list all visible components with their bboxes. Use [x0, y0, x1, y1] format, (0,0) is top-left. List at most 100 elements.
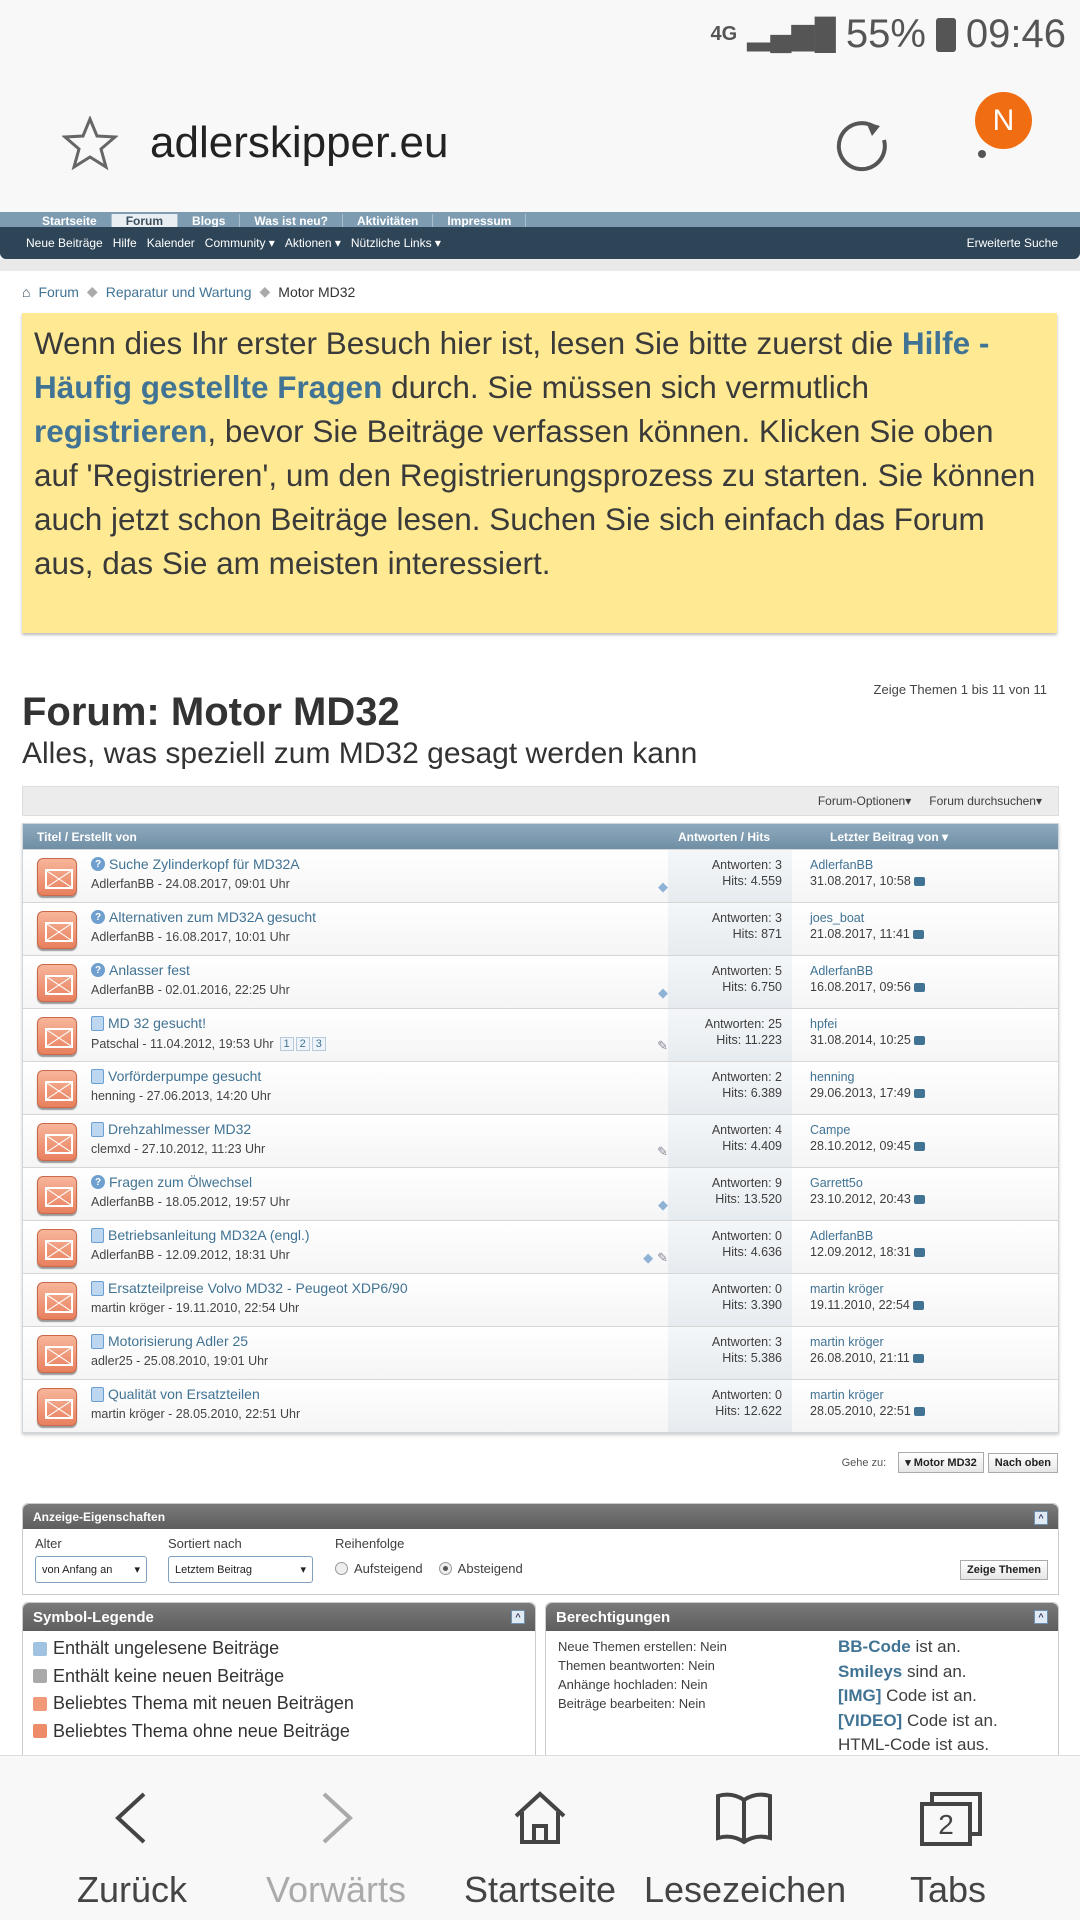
col-title[interactable]: Titel / Erstellt von [23, 830, 678, 844]
panel-header: Berechtigungen ^ [546, 1603, 1058, 1631]
thread-title[interactable]: Suche Zylinderkopf für MD32A [109, 856, 300, 872]
tab-impressum[interactable]: Impressum [433, 214, 527, 227]
breadcrumb-reparatur[interactable]: Reparatur und Wartung [106, 284, 252, 300]
code-link[interactable]: [IMG] [838, 1686, 881, 1705]
page-link[interactable]: 2 [295, 1037, 310, 1051]
profile-avatar[interactable]: N [975, 92, 1032, 149]
desc-radio[interactable] [438, 1562, 452, 1575]
last-post-user[interactable]: AdlerfanBB [810, 857, 925, 873]
breadcrumb-forum[interactable]: Forum [38, 284, 78, 300]
panel-header: Anzeige-Eigenschaften ^ [23, 1504, 1058, 1529]
last-post-user[interactable]: joes_boat [810, 910, 924, 926]
last-post-user[interactable]: martin kröger [810, 1334, 924, 1350]
document-icon [91, 1121, 104, 1137]
col-last[interactable]: Letzter Beitrag von ▾ [830, 830, 948, 844]
go-to-last-post-icon[interactable] [913, 1407, 925, 1417]
thread-title[interactable]: Anlasser fest [109, 962, 190, 978]
code-link[interactable]: [VIDEO] [838, 1711, 902, 1730]
nav-hilfe[interactable]: Hilfe [113, 236, 137, 250]
last-post-user[interactable]: Garrett5o [810, 1175, 925, 1191]
thread-title[interactable]: Alternativen zum MD32A gesucht [109, 909, 316, 925]
last-post-user[interactable]: martin kröger [810, 1281, 924, 1297]
reply-count: Antworten: 3 [711, 858, 782, 872]
last-post-user[interactable]: henning [810, 1069, 925, 1085]
page-link[interactable]: 3 [311, 1037, 326, 1051]
hit-count: Hits: 6.389 [722, 1086, 782, 1100]
nav-kalender[interactable]: Kalender [147, 236, 195, 250]
thread-title[interactable]: Betriebsanleitung MD32A (engl.) [108, 1227, 310, 1243]
last-post-user[interactable]: hpfei [810, 1016, 925, 1032]
nav-aktionen[interactable]: Aktionen ▾ [285, 236, 341, 250]
thread-status-icon [37, 1388, 77, 1426]
go-to-last-post-icon[interactable] [913, 1036, 925, 1046]
thread-author: Patschal - 11.04.2012, 19:53 Uhr [91, 1036, 274, 1051]
code-link[interactable]: Smileys [838, 1662, 902, 1681]
forum-search-menu[interactable]: Forum durchsuchen▾ [929, 794, 1042, 808]
back-to-top-button[interactable]: Nach oben [987, 1452, 1058, 1473]
thread-title[interactable]: MD 32 gesucht! [108, 1015, 206, 1031]
breadcrumb: ⌂ Forum ◆ Reparatur und Wartung ◆ Motor MD… [22, 283, 355, 300]
register-link[interactable]: registrieren [34, 413, 207, 449]
nav-links[interactable]: Nützliche Links ▾ [351, 236, 441, 250]
forum-options-bar: Forum-Optionen▾ Forum durchsuchen▾ [22, 786, 1059, 816]
show-threads-button[interactable]: Zeige Themen [960, 1560, 1048, 1580]
go-to-last-post-icon[interactable] [912, 1354, 924, 1364]
forum-options-menu[interactable]: Forum-Optionen▾ [818, 794, 911, 808]
goto-forum-select[interactable]: ▾ Motor MD32 [898, 1452, 984, 1473]
age-select[interactable]: von Anfang an ▾ [35, 1556, 147, 1583]
asc-radio[interactable] [335, 1562, 348, 1575]
tab-neu[interactable]: Was ist neu? [240, 214, 343, 227]
svg-text:2: 2 [938, 1809, 954, 1840]
go-to-last-post-icon[interactable] [913, 1142, 925, 1152]
page-subtitle: Alles, was speziell zum MD32 gesagt werd… [22, 737, 698, 770]
sort-select[interactable]: Letztem Beitrag ▾ [168, 1556, 313, 1583]
collapse-icon[interactable]: ^ [1034, 1511, 1048, 1525]
attachment-icon: ✎ [657, 1038, 668, 1053]
go-to-last-post-icon[interactable] [913, 877, 925, 887]
last-post-user[interactable]: AdlerfanBB [810, 1228, 925, 1244]
tab-startseite[interactable]: Startseite [28, 214, 112, 227]
page-link[interactable]: 1 [279, 1037, 294, 1051]
hit-count: Hits: 6.750 [722, 980, 782, 994]
legend-label: Beliebtes Thema ohne neue Beiträge [53, 1720, 350, 1741]
nav-neue-beitraege[interactable]: Neue Beiträge [26, 236, 103, 250]
thread-title[interactable]: Fragen zum Ölwechsel [109, 1174, 252, 1190]
go-to-last-post-icon[interactable] [913, 983, 925, 993]
thread-stats: Antworten: 0 Hits: 4.636 [668, 1221, 792, 1273]
bookmark-star-icon[interactable] [62, 116, 118, 170]
last-post-date: 23.10.2012, 20:43 [810, 1192, 911, 1206]
thread-title[interactable]: Vorförderpumpe gesucht [108, 1068, 261, 1084]
tab-blogs[interactable]: Blogs [178, 214, 241, 227]
menu-button[interactable] [978, 140, 988, 170]
last-post-user[interactable]: martin kröger [810, 1387, 925, 1403]
tab-forum[interactable]: Forum [111, 214, 179, 227]
last-post-user[interactable]: Campe [810, 1122, 925, 1138]
thread-title[interactable]: Drehzahlmesser MD32 [108, 1121, 251, 1137]
thread-stats: Antworten: 2 Hits: 6.389 [668, 1062, 792, 1114]
table-row: Drehzahlmesser MD32 clemxd - 27.10.2012,… [23, 1114, 1058, 1167]
col-stats[interactable]: Antworten / Hits [678, 830, 830, 844]
go-to-last-post-icon[interactable] [913, 1248, 925, 1258]
advanced-search-link[interactable]: Erweiterte Suche [967, 236, 1058, 250]
attachment-icon: ✎ [657, 1250, 668, 1265]
tab-aktivitaeten[interactable]: Aktivitäten [343, 214, 434, 227]
thread-stats: Antworten: 0 Hits: 3.390 [668, 1274, 792, 1326]
go-to-last-post-icon[interactable] [913, 1089, 925, 1099]
collapse-icon[interactable]: ^ [1034, 1610, 1048, 1624]
asc-label: Aufsteigend [354, 1561, 423, 1576]
table-row: Betriebsanleitung MD32A (engl.) Adlerfan… [23, 1220, 1058, 1273]
go-to-last-post-icon[interactable] [912, 1301, 924, 1311]
thread-title[interactable]: Motorisierung Adler 25 [108, 1333, 248, 1349]
go-to-last-post-icon[interactable] [913, 1195, 925, 1205]
last-post-user[interactable]: AdlerfanBB [810, 963, 925, 979]
thread-title[interactable]: Qualität von Ersatzteilen [108, 1386, 260, 1402]
url-bar[interactable]: adlerskipper.eu [150, 118, 448, 168]
collapse-icon[interactable]: ^ [511, 1610, 525, 1624]
thread-title[interactable]: Ersatzteilpreise Volvo MD32 - Peugeot XD… [108, 1280, 408, 1296]
home-icon[interactable]: ⌂ [22, 284, 30, 300]
nav-community[interactable]: Community ▾ [205, 236, 275, 250]
reload-icon[interactable] [836, 118, 892, 174]
code-link[interactable]: BB-Code [838, 1637, 911, 1656]
document-icon [91, 1386, 104, 1402]
go-to-last-post-icon[interactable] [912, 930, 924, 940]
